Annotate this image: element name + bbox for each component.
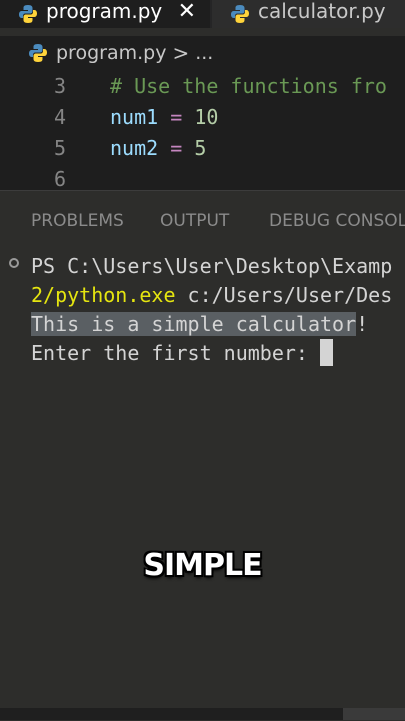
terminal-prompt: Enter the first number: — [31, 340, 308, 365]
code-variable: num2 — [110, 136, 159, 160]
line-number: 6 — [53, 167, 66, 191]
terminal-line: This is a simple calculator! — [31, 309, 368, 338]
tab-output[interactable]: OUTPUT — [160, 211, 229, 231]
breadcrumb-file[interactable]: program.py — [56, 42, 166, 64]
status-bar — [0, 708, 405, 720]
code-operator: = — [170, 136, 183, 160]
terminal-line: Enter the first number: — [31, 338, 333, 367]
breadcrumb-rest[interactable]: ... — [195, 42, 213, 64]
code-statement: num2 = 5 — [110, 136, 206, 160]
terminal-line: PS C:\Users\User\Desktop\Examp — [31, 253, 393, 278]
code-line: 4 num1 = 10 — [0, 101, 405, 133]
code-operator: = — [170, 105, 183, 129]
line-number: 5 — [53, 136, 66, 160]
code-line: 3 # Use the functions fro — [0, 70, 405, 102]
line-number: 4 — [53, 105, 66, 129]
chevron-right-icon: > — [172, 41, 190, 65]
panel-tabs: PROBLEMS OUTPUT DEBUG CONSOLE — [0, 211, 405, 235]
tab-label: program.py — [46, 0, 163, 23]
status-bar-item[interactable] — [343, 708, 405, 720]
tab-label: calculator.py — [258, 0, 386, 23]
tab-program-py[interactable]: program.py ✕ — [0, 0, 210, 28]
tab-debug-console[interactable]: DEBUG CONSOLE — [269, 211, 405, 231]
code-variable: num1 — [110, 105, 159, 129]
terminal-args: c:/Users/User/Des — [175, 282, 393, 307]
close-icon[interactable]: ✕ — [178, 0, 196, 24]
code-statement: num1 = 10 — [110, 105, 218, 129]
terminal-line: 2/python.exe c:/Users/User/Des — [31, 280, 392, 309]
terminal-path: 2/python.exe — [31, 282, 176, 307]
terminal-text: ! — [356, 311, 369, 336]
code-comment: # Use the functions fro — [110, 74, 387, 98]
selected-text: This is a simple calculator — [31, 311, 357, 336]
video-caption: SIMPLE — [143, 548, 262, 583]
code-editor[interactable]: 3 # Use the functions fro 4 num1 = 10 5 … — [0, 70, 405, 191]
python-icon — [231, 5, 249, 23]
tab-problems[interactable]: PROBLEMS — [31, 211, 124, 231]
python-icon — [19, 5, 37, 23]
text-cursor — [319, 339, 333, 366]
python-icon — [29, 44, 47, 62]
circle-icon — [9, 258, 19, 268]
code-number: 5 — [194, 136, 207, 160]
editor-tab-bar: program.py ✕ calculator.py — [0, 0, 405, 28]
code-number: 10 — [194, 105, 219, 129]
tab-calculator-py[interactable]: calculator.py — [212, 0, 405, 28]
line-number: 3 — [53, 74, 66, 98]
code-line: 5 num2 = 5 — [0, 132, 405, 164]
bottom-panel: PROBLEMS OUTPUT DEBUG CONSOLE PS C:\User… — [0, 190, 405, 721]
breadcrumb: program.py > ... — [0, 36, 405, 70]
